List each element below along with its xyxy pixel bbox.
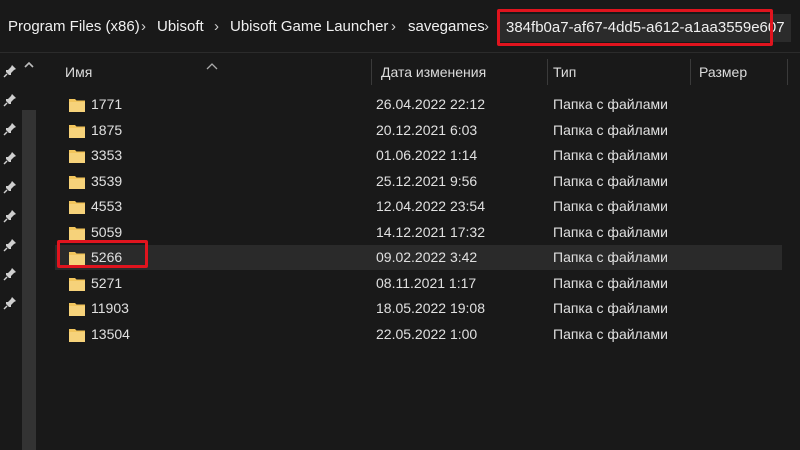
folder-icon	[69, 276, 85, 291]
file-name: 5059	[91, 223, 123, 240]
pin-icon[interactable]	[3, 180, 17, 194]
file-date: 09.02.2022 3:42	[376, 249, 478, 265]
breadcrumb-current-folder[interactable]: 384fb0a7-af67-4dd5-a612-a1aa3559e607	[500, 14, 791, 42]
pin-icon[interactable]	[3, 238, 17, 252]
breadcrumb-program-files[interactable]: Program Files (x86)	[8, 12, 140, 42]
pin-icon[interactable]	[3, 209, 17, 223]
folder-icon	[69, 148, 85, 163]
file-name: 13504	[91, 325, 130, 342]
pin-icon[interactable]	[3, 151, 17, 165]
column-divider[interactable]	[547, 59, 548, 85]
table-row[interactable]: 1875 20.12.2021 6:03 Папка с файлами	[55, 118, 782, 143]
file-date: 25.12.2021 9:56	[376, 172, 478, 189]
folder-icon	[69, 123, 85, 138]
column-header: Имя Дата изменения Тип Размер	[40, 53, 800, 91]
table-row[interactable]: 13504 22.05.2022 1:00 Папка с файлами	[55, 322, 782, 347]
file-date: 12.04.2022 23:54	[376, 198, 485, 214]
folder-icon	[69, 327, 85, 342]
file-date: 08.11.2021 1:17	[376, 274, 477, 291]
column-divider[interactable]	[787, 59, 788, 85]
navigation-pane	[0, 53, 20, 450]
file-type: Папка с файлами	[553, 172, 668, 189]
file-name: 5271	[91, 274, 123, 291]
file-name: 4553	[91, 198, 123, 214]
file-name: 1875	[91, 121, 123, 138]
folder-icon	[69, 174, 85, 189]
pin-icon[interactable]	[3, 122, 17, 136]
breadcrumb-separator[interactable]: ›	[484, 12, 489, 42]
nav-scrollbar-thumb[interactable]	[22, 110, 36, 450]
table-row[interactable]: 5266 09.02.2022 3:42 Папка с файлами	[55, 245, 782, 270]
pin-icon[interactable]	[3, 93, 17, 107]
file-name: 3353	[91, 147, 123, 163]
pin-icon[interactable]	[3, 267, 17, 281]
folder-icon	[69, 225, 85, 240]
column-divider[interactable]	[371, 59, 372, 85]
column-header-type[interactable]: Тип	[553, 53, 576, 91]
sort-ascending-icon	[206, 57, 218, 70]
chevron-up-icon[interactable]	[22, 58, 36, 72]
file-type: Папка с файлами	[553, 249, 668, 265]
column-header-date[interactable]: Дата изменения	[381, 53, 486, 91]
file-type: Папка с файлами	[553, 147, 668, 163]
table-row[interactable]: 4553 12.04.2022 23:54 Папка с файлами	[55, 194, 782, 219]
folder-icon	[69, 301, 85, 316]
file-type: Папка с файлами	[553, 274, 668, 291]
breadcrumb-savegames[interactable]: savegames	[408, 12, 485, 42]
file-date: 01.06.2022 1:14	[376, 147, 478, 163]
file-name: 5266	[91, 249, 123, 265]
table-row[interactable]: 3539 25.12.2021 9:56 Папка с файлами	[55, 169, 782, 194]
table-row[interactable]: 11903 18.05.2022 19:08 Папка с файлами	[55, 296, 782, 321]
file-date: 22.05.2022 1:00	[376, 325, 478, 342]
file-name: 1771	[91, 96, 123, 112]
file-type: Папка с файлами	[553, 223, 668, 240]
folder-icon	[69, 97, 85, 112]
address-breadcrumb: Program Files (x86) › Ubisoft › Ubisoft …	[0, 0, 800, 53]
table-row[interactable]: 3353 01.06.2022 1:14 Папка с файлами	[55, 143, 782, 168]
breadcrumb-ubisoft[interactable]: Ubisoft	[157, 12, 204, 42]
file-name: 3539	[91, 172, 123, 189]
file-type: Папка с файлами	[553, 300, 668, 316]
file-date: 26.04.2022 22:12	[376, 96, 485, 112]
breadcrumb-separator[interactable]: ›	[391, 12, 396, 42]
breadcrumb-separator[interactable]: ›	[141, 12, 146, 42]
folder-icon	[69, 199, 85, 214]
table-row[interactable]: 5271 08.11.2021 1:17 Папка с файлами	[55, 271, 782, 296]
table-row[interactable]: 5059 14.12.2021 17:32 Папка с файлами	[55, 220, 782, 245]
file-type: Папка с файлами	[553, 198, 668, 214]
file-type: Папка с файлами	[553, 325, 668, 342]
file-name: 11903	[91, 300, 129, 316]
pin-icon[interactable]	[3, 296, 17, 310]
table-row[interactable]: 1771 26.04.2022 22:12 Папка с файлами	[55, 92, 782, 117]
column-header-size[interactable]: Размер	[699, 53, 747, 91]
column-header-name[interactable]: Имя	[65, 53, 92, 91]
folder-icon	[69, 250, 85, 265]
file-type: Папка с файлами	[553, 96, 668, 112]
column-divider[interactable]	[690, 59, 691, 85]
pin-icon[interactable]	[3, 64, 17, 78]
file-date: 20.12.2021 6:03	[376, 121, 478, 138]
file-date: 14.12.2021 17:32	[376, 223, 485, 240]
file-type: Папка с файлами	[553, 121, 668, 138]
file-date: 18.05.2022 19:08	[376, 300, 485, 316]
breadcrumb-game-launcher[interactable]: Ubisoft Game Launcher	[230, 12, 388, 42]
breadcrumb-separator[interactable]: ›	[214, 12, 219, 42]
